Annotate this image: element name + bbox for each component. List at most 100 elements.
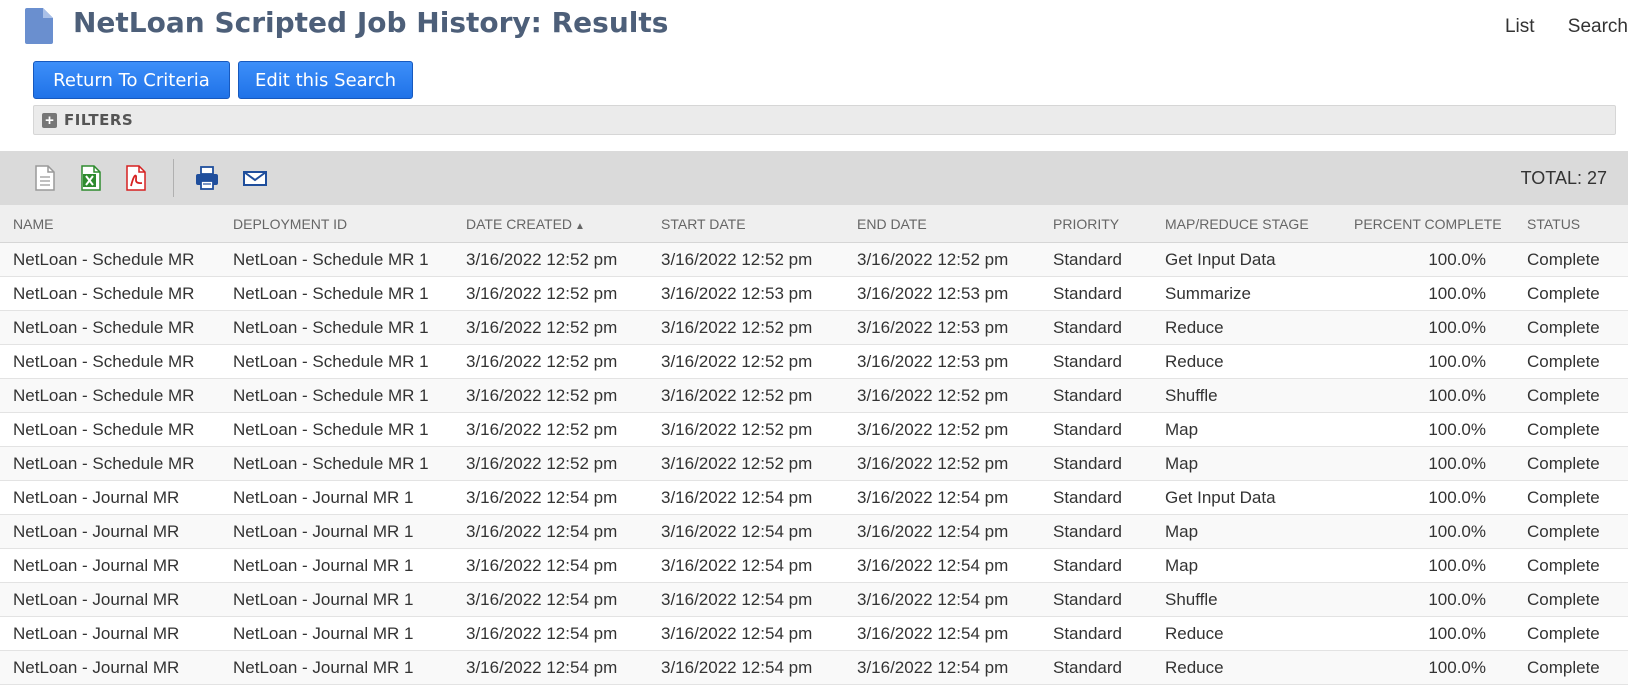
cell-deployment-id: NetLoan - Schedule MR 1 [233, 344, 466, 379]
cell-date-created: 3/16/2022 12:52 pm [466, 378, 661, 413]
cell-deployment-id: NetLoan - Schedule MR 1 [233, 412, 466, 447]
search-link[interactable]: Search [1568, 16, 1628, 38]
table-row[interactable]: NetLoan - Journal MR NetLoan - Journal MR… [0, 514, 1628, 549]
table-row[interactable]: NetLoan - Journal MR NetLoan - Journal MR… [0, 480, 1628, 515]
cell-date-created: 3/16/2022 12:54 pm [466, 650, 661, 685]
cell-status: Complete [1527, 412, 1628, 447]
return-to-criteria-button[interactable]: Return To Criteria [33, 61, 230, 99]
cell-deployment-id: NetLoan - Schedule MR 1 [233, 446, 466, 481]
top-links: List Search [1477, 16, 1628, 38]
cell-name: NetLoan - Journal MR [0, 480, 233, 515]
cell-end-date: 3/16/2022 12:53 pm [857, 310, 1053, 345]
cell-start-date: 3/16/2022 12:54 pm [661, 650, 857, 685]
cell-end-date: 3/16/2022 12:52 pm [857, 412, 1053, 447]
cell-start-date: 3/16/2022 12:52 pm [661, 242, 857, 277]
table-row[interactable]: NetLoan - Schedule MR NetLoan - Schedule … [0, 446, 1628, 481]
edit-search-button[interactable]: Edit this Search [238, 61, 413, 99]
cell-start-date: 3/16/2022 12:53 pm [661, 276, 857, 311]
cell-end-date: 3/16/2022 12:53 pm [857, 344, 1053, 379]
cell-start-date: 3/16/2022 12:54 pm [661, 480, 857, 515]
cell-priority: Standard [1053, 548, 1165, 583]
table-row[interactable]: NetLoan - Schedule MR NetLoan - Schedule … [0, 242, 1628, 277]
column-header-date-created[interactable]: Date Created ▲ [466, 205, 661, 243]
cell-percent-complete: 100.0% [1354, 616, 1527, 651]
cell-name: NetLoan - Schedule MR [0, 276, 233, 311]
cell-deployment-id: NetLoan - Schedule MR 1 [233, 276, 466, 311]
cell-status: Complete [1527, 582, 1628, 617]
column-header-end-date[interactable]: End Date [857, 205, 1053, 243]
column-header-map-reduce-stage[interactable]: Map/Reduce Stage [1165, 205, 1354, 243]
cell-date-created: 3/16/2022 12:52 pm [466, 446, 661, 481]
cell-start-date: 3/16/2022 12:52 pm [661, 378, 857, 413]
cell-name: NetLoan - Schedule MR [0, 310, 233, 345]
cell-status: Complete [1527, 276, 1628, 311]
cell-percent-complete: 100.0% [1354, 548, 1527, 583]
cell-priority: Standard [1053, 446, 1165, 481]
export-excel-icon[interactable] [78, 164, 104, 192]
cell-percent-complete: 100.0% [1354, 378, 1527, 413]
cell-name: NetLoan - Schedule MR [0, 412, 233, 447]
cell-deployment-id: NetLoan - Journal MR 1 [233, 548, 466, 583]
cell-start-date: 3/16/2022 12:54 pm [661, 616, 857, 651]
column-header-name[interactable]: Name [0, 205, 233, 243]
cell-deployment-id: NetLoan - Journal MR 1 [233, 650, 466, 685]
cell-date-created: 3/16/2022 12:54 pm [466, 514, 661, 549]
cell-name: NetLoan - Schedule MR [0, 378, 233, 413]
list-link[interactable]: List [1505, 16, 1535, 38]
cell-name: NetLoan - Journal MR [0, 548, 233, 583]
cell-status: Complete [1527, 446, 1628, 481]
cell-stage: Map [1165, 446, 1354, 481]
cell-percent-complete: 100.0% [1354, 310, 1527, 345]
filters-label: FILTERS [64, 111, 134, 129]
table-row[interactable]: NetLoan - Journal MR NetLoan - Journal MR… [0, 616, 1628, 651]
table-row[interactable]: NetLoan - Schedule MR NetLoan - Schedule … [0, 310, 1628, 345]
cell-priority: Standard [1053, 344, 1165, 379]
cell-stage: Summarize [1165, 276, 1354, 311]
cell-priority: Standard [1053, 582, 1165, 617]
cell-status: Complete [1527, 514, 1628, 549]
cell-date-created: 3/16/2022 12:54 pm [466, 582, 661, 617]
column-header-percent-complete[interactable]: Percent Complete [1354, 205, 1527, 243]
column-header-date-created-label: Date Created [466, 215, 573, 232]
cell-end-date: 3/16/2022 12:54 pm [857, 548, 1053, 583]
cell-status: Complete [1527, 378, 1628, 413]
table-row[interactable]: NetLoan - Schedule MR NetLoan - Schedule … [0, 344, 1628, 379]
column-header-status[interactable]: Status [1527, 205, 1628, 243]
expand-plus-icon[interactable]: + [42, 112, 57, 128]
cell-date-created: 3/16/2022 12:52 pm [466, 310, 661, 345]
column-header-priority[interactable]: Priority [1053, 205, 1165, 243]
cell-priority: Standard [1053, 242, 1165, 277]
cell-stage: Reduce [1165, 310, 1354, 345]
cell-name: NetLoan - Journal MR [0, 582, 233, 617]
table-row[interactable]: NetLoan - Journal MR NetLoan - Journal MR… [0, 650, 1628, 685]
table-row[interactable]: NetLoan - Journal MR NetLoan - Journal MR… [0, 582, 1628, 617]
cell-date-created: 3/16/2022 12:54 pm [466, 480, 661, 515]
table-row[interactable]: NetLoan - Journal MR NetLoan - Journal MR… [0, 548, 1628, 583]
table-row[interactable]: NetLoan - Schedule MR NetLoan - Schedule … [0, 378, 1628, 413]
cell-priority: Standard [1053, 514, 1165, 549]
email-icon[interactable] [242, 164, 268, 192]
cell-status: Complete [1527, 650, 1628, 685]
cell-name: NetLoan - Schedule MR [0, 446, 233, 481]
results-toolbar: TOTAL: 27 [0, 151, 1628, 205]
column-header-start-date[interactable]: Start Date [661, 205, 857, 243]
column-header-deployment-id[interactable]: Deployment ID [233, 205, 466, 243]
cell-stage: Get Input Data [1165, 480, 1354, 515]
total-count: TOTAL: 27 [1520, 168, 1607, 188]
export-pdf-icon[interactable] [123, 164, 149, 192]
table-row[interactable]: NetLoan - Schedule MR NetLoan - Schedule … [0, 412, 1628, 447]
table-row[interactable]: NetLoan - Schedule MR NetLoan - Schedule … [0, 276, 1628, 311]
print-icon[interactable] [194, 164, 220, 192]
cell-stage: Reduce [1165, 616, 1354, 651]
cell-stage: Shuffle [1165, 378, 1354, 413]
table-header-row: Name Deployment ID Date Created ▲ Start D… [0, 205, 1628, 243]
cell-priority: Standard [1053, 650, 1165, 685]
cell-percent-complete: 100.0% [1354, 582, 1527, 617]
cell-status: Complete [1527, 310, 1628, 345]
filters-bar[interactable]: + FILTERS [33, 105, 1616, 135]
sort-ascending-icon: ▲ [575, 220, 585, 232]
cell-date-created: 3/16/2022 12:54 pm [466, 548, 661, 583]
cell-name: NetLoan - Journal MR [0, 616, 233, 651]
export-csv-icon[interactable] [32, 164, 58, 192]
cell-deployment-id: NetLoan - Journal MR 1 [233, 616, 466, 651]
